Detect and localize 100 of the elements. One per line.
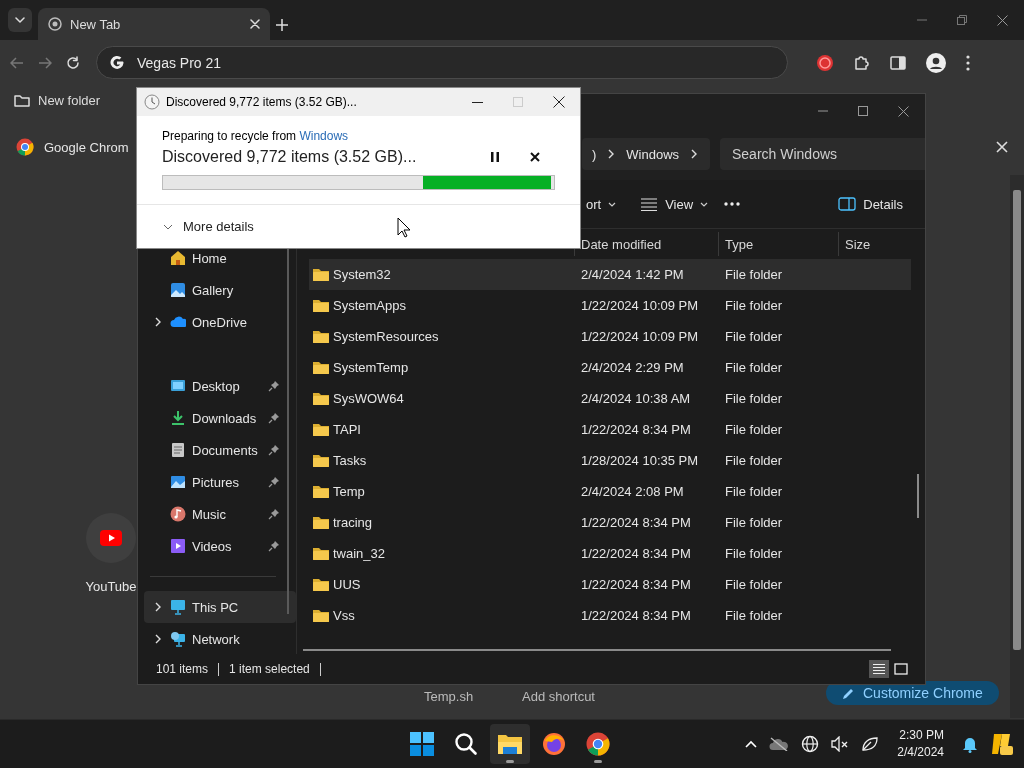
- file-name: TAPI: [333, 422, 361, 437]
- file-row[interactable]: System32 2/4/2024 1:42 PM File folder: [309, 259, 911, 290]
- folder-icon: [313, 516, 329, 529]
- forward-icon[interactable]: [38, 56, 52, 69]
- date-cell-text: 2/4/2024 10:38 AM: [580, 391, 692, 406]
- reload-icon[interactable]: [66, 55, 80, 70]
- new-tab-button[interactable]: [276, 19, 288, 31]
- browser-tab[interactable]: New Tab: [38, 8, 270, 40]
- image-icon: [170, 282, 186, 298]
- expand-chevron-icon[interactable]: [155, 317, 161, 327]
- column-header[interactable]: Size: [838, 232, 910, 256]
- plus-icon: [276, 19, 288, 31]
- breadcrumb-item[interactable]: ): [592, 146, 597, 162]
- scrollbar[interactable]: [917, 474, 919, 518]
- sidebar-item[interactable]: Desktop: [144, 370, 280, 402]
- expand-chevron-icon[interactable]: [155, 634, 161, 644]
- file-name: UUS: [333, 577, 361, 592]
- sidebar-item[interactable]: Pictures: [144, 466, 280, 498]
- sidebar-item[interactable]: Videos: [144, 530, 280, 562]
- file-row[interactable]: SystemTemp 2/4/2024 2:29 PM File folder: [309, 352, 911, 383]
- file-row[interactable]: SystemResources 1/22/2024 10:09 PM File folder: [309, 321, 911, 352]
- cloud-off-icon[interactable]: [769, 737, 790, 751]
- menu-icon[interactable]: [966, 54, 970, 71]
- type-cell-text: File folder: [724, 546, 784, 561]
- close-icon[interactable]: [553, 96, 565, 108]
- bookmark-folder[interactable]: New folder: [38, 92, 101, 108]
- column-header[interactable]: Type: [718, 232, 838, 256]
- folder-link[interactable]: Windows: [299, 129, 349, 143]
- file-row[interactable]: Tasks 1/28/2024 10:35 PM File folder: [309, 445, 911, 476]
- file-row[interactable]: tracing 1/22/2024 8:34 PM File folder: [309, 507, 911, 538]
- chevron-up-icon[interactable]: [745, 740, 758, 748]
- shortcut-label[interactable]: Temp.sh: [424, 689, 474, 704]
- file-name: System32: [333, 267, 391, 282]
- globe-icon[interactable]: [801, 735, 820, 753]
- search-field[interactable]: Search Windows: [720, 138, 925, 170]
- date-cell-text: 2/4/2024 1:42 PM: [580, 267, 685, 282]
- folder-icon: [313, 392, 329, 405]
- sidebar-item[interactable]: Network: [144, 623, 296, 655]
- file-row[interactable]: Vss 1/22/2024 8:34 PM File folder: [309, 600, 911, 631]
- infobar-text: Google Chrom: [44, 139, 129, 155]
- sidebar-item[interactable]: Gallery: [144, 274, 280, 306]
- extension-badge-icon[interactable]: [816, 53, 834, 72]
- shortcut-tile[interactable]: [86, 513, 136, 563]
- side-panel-icon[interactable]: [890, 55, 906, 70]
- tab-search-button[interactable]: [8, 8, 32, 32]
- type-cell-text: File folder: [724, 267, 784, 282]
- breadcrumb-bar[interactable]: ) Windows: [582, 138, 710, 170]
- shortcut-label[interactable]: YouTube: [85, 579, 137, 594]
- view-toggle[interactable]: [869, 660, 889, 678]
- taskbar-button[interactable]: [490, 724, 530, 764]
- more-details-button[interactable]: More details: [163, 219, 254, 234]
- back-icon[interactable]: [10, 56, 24, 69]
- bell-icon[interactable]: [962, 735, 978, 753]
- file-name: SystemTemp: [333, 360, 409, 375]
- maximize-icon[interactable]: [858, 106, 868, 116]
- close-icon[interactable]: [898, 105, 909, 117]
- leaf-icon[interactable]: [861, 736, 880, 752]
- image-icon: [170, 474, 186, 490]
- file-row[interactable]: SysWOW64 2/4/2024 10:38 AM File folder: [309, 383, 911, 414]
- address-bar[interactable]: Vegas Pro 21: [96, 46, 788, 79]
- shortcut-label[interactable]: Add shortcut: [522, 689, 595, 704]
- sidebar-item[interactable]: OneDrive: [144, 306, 280, 338]
- folder-icon: [313, 547, 329, 560]
- file-row[interactable]: UUS 1/22/2024 8:34 PM File folder: [309, 569, 911, 600]
- type-cell-text: File folder: [724, 515, 784, 530]
- sidebar-item[interactable]: Music: [144, 498, 280, 530]
- scrollbar[interactable]: [303, 649, 891, 651]
- folder-icon: [313, 609, 329, 622]
- file-name: tracing: [333, 515, 373, 530]
- chevron-right-icon: [691, 149, 698, 159]
- scrollbar[interactable]: [1010, 175, 1024, 718]
- progress-status: Discovered 9,772 items (3.52 GB)...: [162, 148, 418, 166]
- speaker-muted-icon[interactable]: [831, 736, 850, 752]
- view-toggle[interactable]: [891, 660, 911, 678]
- sidebar-item[interactable]: This PC: [144, 591, 296, 623]
- file-name: SysWOW64: [333, 391, 404, 406]
- type-cell-text: File folder: [724, 484, 784, 499]
- file-row[interactable]: twain_32 1/22/2024 8:34 PM File folder: [309, 538, 911, 569]
- puzzle-icon[interactable]: [854, 54, 870, 71]
- folder-icon: [313, 268, 329, 281]
- customize-button[interactable]: Customize Chrome: [826, 681, 999, 705]
- file-row[interactable]: Temp 2/4/2024 2:08 PM File folder: [309, 476, 911, 507]
- type-cell-text: File folder: [724, 577, 784, 592]
- file-name: Tasks: [333, 453, 367, 468]
- restore-icon[interactable]: [957, 15, 967, 25]
- breadcrumb-item[interactable]: Windows: [626, 146, 680, 162]
- toolbar-button[interactable]: Details: [830, 188, 911, 220]
- toolbar-button[interactable]: View: [632, 188, 717, 220]
- sidebar-item[interactable]: Documents: [144, 434, 280, 466]
- status-text: 1 item selected: [229, 662, 310, 676]
- date-cell-text: 1/28/2024 10:35 PM: [580, 453, 700, 468]
- music-icon: [170, 506, 186, 522]
- close-icon[interactable]: [997, 14, 1008, 26]
- profile-icon[interactable]: [926, 52, 946, 73]
- clock[interactable]: 2:30 PM 2/4/2024: [897, 727, 944, 761]
- expand-chevron-icon[interactable]: [155, 602, 161, 612]
- sidebar-item[interactable]: Downloads: [144, 402, 280, 434]
- file-row[interactable]: TAPI 1/22/2024 8:34 PM File folder: [309, 414, 911, 445]
- type-cell-text: File folder: [724, 453, 784, 468]
- file-row[interactable]: SystemApps 1/22/2024 10:09 PM File folder: [309, 290, 911, 321]
